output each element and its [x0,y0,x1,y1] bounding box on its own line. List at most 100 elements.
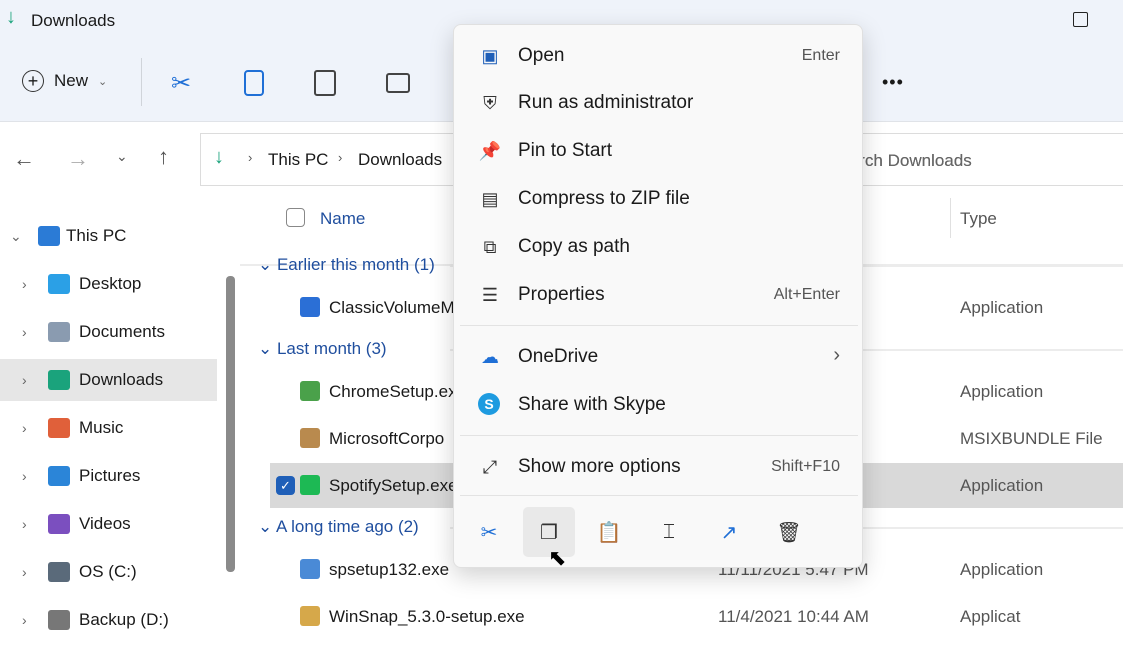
back-arrow-icon[interactable]: ← [13,146,35,172]
pictures-icon [48,466,70,486]
file-icon [300,559,320,579]
menu-item[interactable]: 📌 Pin to Start [454,129,862,173]
drive-icon [48,562,70,582]
sidebar-item-label: Desktop [79,274,142,293]
chevron-right-icon[interactable]: › [22,420,27,436]
paste-icon[interactable] [314,70,336,96]
sidebar-item[interactable]: › Pictures [0,455,217,497]
more-options-icon: ⤢ [482,456,498,477]
menu-item[interactable]: ⧉ Copy as path [454,225,862,269]
chevron-right-icon[interactable]: › [22,324,27,340]
file-icon [300,475,320,495]
share-icon[interactable]: ↗ [703,507,755,557]
file-type: Application [960,560,1044,579]
sidebar-item-label: Backup (D:) [79,610,169,629]
file-type: Applicat [960,607,1021,626]
cut-icon[interactable]: ✂ [166,68,196,98]
sidebar-item[interactable]: › Documents [0,311,217,353]
column-header-type[interactable]: Type [960,209,997,229]
chevron-right-icon[interactable]: › [22,468,27,484]
sidebar-item[interactable]: › OS (C:) [0,551,217,593]
menu-item-label: Share with Skype [518,394,666,415]
documents-icon [48,322,70,342]
delete-icon[interactable]: 🗑 [763,507,815,557]
menu-item[interactable]: ☰ Properties Alt+Enter [454,273,862,317]
sidebar-item[interactable]: › Desktop [0,263,217,305]
sidebar-item-label: Music [79,418,124,437]
chevron-right-icon: › [833,344,840,366]
chevron-right-icon[interactable]: › [22,612,27,628]
file-icon [300,297,320,317]
chevron-right-icon[interactable]: › [22,516,27,532]
recent-chevron-icon[interactable]: ⌄ [116,148,128,165]
file-name: ClassicVolumeM [329,298,455,317]
menu-item-label: Pin to Start [518,140,612,161]
cut-icon[interactable]: ✂ [463,507,515,557]
menu-item[interactable]: ⤢ Show more options Shift+F10 [454,445,862,489]
sidebar-item[interactable]: › Downloads [0,359,217,401]
rename-icon[interactable] [386,73,410,93]
menu-separator [460,495,858,496]
file-name: MicrosoftCorpo [329,429,445,448]
group-header[interactable]: ⌄ A long time ago (2) [258,517,419,537]
sidebar-item[interactable]: ⌄ This PC [0,215,217,257]
chevron-right-icon: › [248,150,253,165]
file-name: spsetup132.exe [329,560,450,579]
menu-item[interactable]: ☁ OneDrive › [454,335,862,379]
forward-arrow-icon[interactable]: → [67,146,89,172]
up-arrow-icon[interactable]: ↑ [158,144,169,170]
column-divider[interactable] [950,198,951,238]
breadcrumb-downloads[interactable]: Downloads [358,150,442,170]
menu-item-label: Properties [518,284,605,305]
breadcrumb-this-pc[interactable]: This PC [268,150,328,170]
shield-icon: ⛨ [483,92,497,113]
sidebar-item[interactable]: › Backup (D:) [0,599,217,641]
context-menu: ▣ Open Enter ⛨ Run as administrator 📌 Pin to S… [453,24,863,568]
chevron-right-icon[interactable]: › [22,372,27,388]
maximize-button[interactable] [1073,12,1088,27]
menu-item-label: OneDrive [518,346,599,367]
file-date: 11/4/2021 10:44 AM [718,607,869,626]
chevron-down-icon: ⌄ [258,339,277,358]
chevron-right-icon[interactable]: › [22,564,27,580]
group-header[interactable]: ⌄ Last month (3) [258,339,387,359]
file-row[interactable]: WinSnap_5.3.0-setup.exe 11/4/2021 10:44 A… [270,594,1123,639]
desktop-icon [48,274,70,294]
properties-icon: ☰ [481,284,499,305]
column-header-name[interactable]: Name [320,209,365,229]
copy-icon[interactable] [244,70,264,96]
window-title: Downloads [31,11,116,30]
computer-icon [38,226,60,246]
file-type: Application [960,476,1044,495]
file-type: Application [960,382,1044,401]
menu-item[interactable]: ⛨ Run as administrator [454,81,862,125]
rename-icon[interactable]: ⌶ [643,507,695,557]
download-icon: ↓ [214,146,224,168]
sidebar-item[interactable]: › Videos [0,503,217,545]
file-name: WinSnap_5.3.0-setup.exe [329,607,525,626]
sidebar-item[interactable]: › Music [0,407,217,449]
row-checkbox[interactable]: ✓ [276,476,295,495]
chevron-down-icon[interactable]: ⌄ [10,228,22,245]
pin-icon: 📌 [478,140,502,161]
file-type: Application [960,298,1044,317]
menu-item-shortcut: Alt+Enter [773,286,840,303]
paste-icon[interactable]: 📋 [583,507,635,557]
more-button[interactable]: ••• [882,72,904,93]
menu-item[interactable]: S Share with Skype [454,383,862,427]
open-app-icon: ▣ [481,45,499,66]
menu-separator [460,325,858,326]
select-all-checkbox[interactable] [286,208,305,227]
zip-icon: ▤ [481,188,499,209]
chevron-right-icon: › [338,150,343,165]
search-input[interactable] [829,149,1119,173]
new-button[interactable]: + New ⌄ [22,70,107,92]
menu-item[interactable]: ▣ Open Enter [454,34,862,78]
sidebar-scrollbar[interactable] [226,276,235,572]
chevron-right-icon[interactable]: › [22,276,27,292]
group-header[interactable]: ⌄ Earlier this month (1) [258,255,435,275]
menu-item-label: Open [518,45,565,66]
menu-item[interactable]: ▤ Compress to ZIP file [454,177,862,221]
download-arrow-icon: ↓ [6,6,16,28]
sidebar-item-label: Downloads [79,370,164,389]
